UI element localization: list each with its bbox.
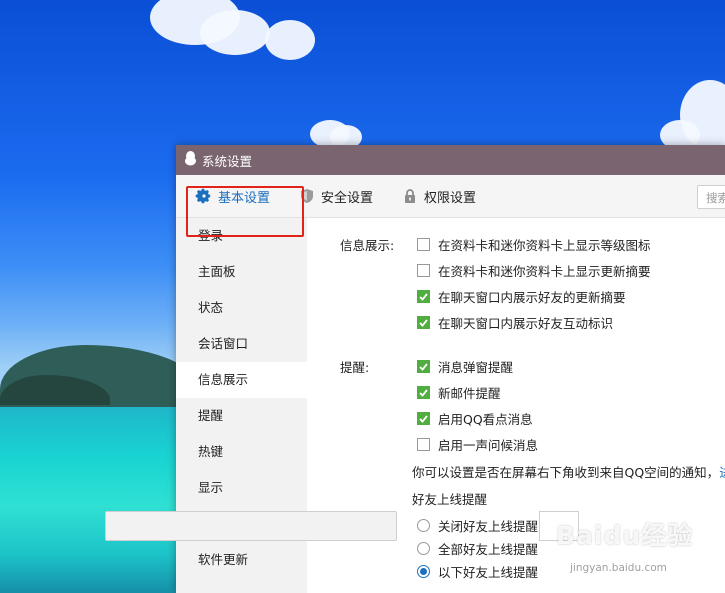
checkbox-row[interactable]: 在聊天窗口内展示好友的更新摘要 xyxy=(417,287,626,306)
lock-icon xyxy=(403,188,417,204)
sidebar-item-status[interactable]: 状态 xyxy=(176,290,307,326)
checkbox-label: 在资料卡和迷你资料卡上显示等级图标 xyxy=(438,238,651,253)
checkbox-label: 消息弹窗提醒 xyxy=(438,360,514,375)
radio-label: 以下好友上线提醒 xyxy=(438,565,539,580)
checkbox-checked[interactable] xyxy=(417,316,430,329)
checkbox[interactable] xyxy=(417,238,430,251)
tab-basic-settings[interactable]: 基本设置 xyxy=(195,187,270,206)
sidebar-item-display[interactable]: 显示 xyxy=(176,470,307,506)
search-input[interactable]: 搜索 xyxy=(697,185,725,209)
checkbox-row[interactable]: 消息弹窗提醒 xyxy=(417,357,513,376)
checkbox-row[interactable]: 新邮件提醒 xyxy=(417,383,501,402)
checkbox-checked[interactable] xyxy=(417,412,430,425)
checkbox-checked[interactable] xyxy=(417,290,430,303)
qzone-notice-text: 你可以设置是否在屏幕右下角收到来自QQ空间的通知， xyxy=(412,465,720,480)
sidebar-item-info-display[interactable]: 信息展示 xyxy=(176,362,307,398)
checkbox-row[interactable]: 启用一声问候消息 xyxy=(417,435,538,454)
window-title: 系统设置 xyxy=(202,153,253,169)
cloud xyxy=(200,10,270,55)
tab-label: 基本设置 xyxy=(218,190,271,206)
qq-penguin-icon xyxy=(184,151,197,169)
friend-online-title: 好友上线提醒 xyxy=(412,492,488,507)
checkbox-label: 在聊天窗口内展示好友互动标识 xyxy=(438,316,614,331)
cloud xyxy=(265,20,315,60)
sidebar-item-reminders[interactable]: 提醒 xyxy=(176,398,307,434)
checkbox-label: 启用一声问候消息 xyxy=(438,438,539,453)
qzone-settings-link[interactable]: 进入 xyxy=(719,465,725,480)
radio-row[interactable]: 全部好友上线提醒 xyxy=(417,539,538,558)
baidu-watermark-url: jingyan.baidu.com xyxy=(570,562,667,574)
checkbox-row[interactable]: 在资料卡和迷你资料卡上显示等级图标 xyxy=(417,235,651,254)
radio-row[interactable]: 以下好友上线提醒 xyxy=(417,562,538,581)
radio-label: 关闭好友上线提醒 xyxy=(438,519,539,534)
radio-button[interactable] xyxy=(417,519,430,532)
checkbox-checked[interactable] xyxy=(417,360,430,373)
checkbox-row[interactable]: 在聊天窗口内展示好友互动标识 xyxy=(417,313,613,332)
tab-label: 安全设置 xyxy=(321,190,374,206)
checkbox-label: 新邮件提醒 xyxy=(438,386,501,401)
checkbox[interactable] xyxy=(417,438,430,451)
section-label-info-display: 信息展示: xyxy=(340,238,395,253)
checkbox-label: 在资料卡和迷你资料卡上显示更新摘要 xyxy=(438,264,651,279)
checkbox[interactable] xyxy=(417,264,430,277)
title-bar[interactable]: 系统设置 xyxy=(176,145,725,175)
checkbox-checked[interactable] xyxy=(417,386,430,399)
shield-icon xyxy=(300,188,314,204)
tab-security-settings[interactable]: 安全设置 xyxy=(300,187,373,206)
checkbox-label: 在聊天窗口内展示好友的更新摘要 xyxy=(438,290,626,305)
tab-permission-settings[interactable]: 权限设置 xyxy=(403,187,476,206)
sidebar-item-software-update[interactable]: 软件更新 xyxy=(176,542,307,578)
qzone-notice: 你可以设置是否在屏幕右下角收到来自QQ空间的通知，进入 xyxy=(412,462,725,481)
radio-row[interactable]: 关闭好友上线提醒 xyxy=(417,516,538,535)
radio-button[interactable] xyxy=(417,542,430,555)
gear-icon xyxy=(195,188,211,204)
friend-list-box[interactable] xyxy=(105,511,397,541)
settings-tabs: 基本设置 安全设置 权限设置 搜索 xyxy=(176,175,725,218)
tab-label: 权限设置 xyxy=(424,190,477,206)
checkbox-row[interactable]: 启用QQ看点消息 xyxy=(417,409,533,428)
sidebar-item-chat-window[interactable]: 会话窗口 xyxy=(176,326,307,362)
sidebar-item-hotkeys[interactable]: 热键 xyxy=(176,434,307,470)
baidu-watermark: Baidu经验 xyxy=(556,521,694,550)
checkbox-row[interactable]: 在资料卡和迷你资料卡上显示更新摘要 xyxy=(417,261,651,280)
checkbox-label: 启用QQ看点消息 xyxy=(438,412,533,427)
radio-label: 全部好友上线提醒 xyxy=(438,542,539,557)
sidebar-item-login[interactable]: 登录 xyxy=(176,218,307,254)
sidebar-item-main-panel[interactable]: 主面板 xyxy=(176,254,307,290)
radio-button-selected[interactable] xyxy=(417,565,430,578)
section-label-reminders: 提醒: xyxy=(340,360,370,375)
